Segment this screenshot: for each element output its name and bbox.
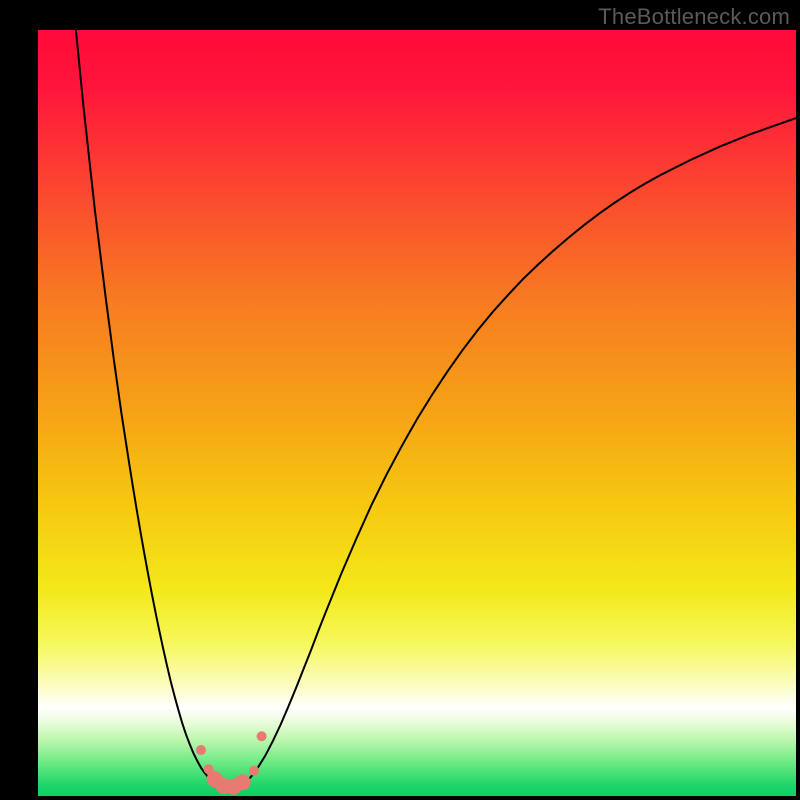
bottleneck-chart — [38, 30, 796, 796]
valley-marker — [235, 774, 251, 790]
gradient-background — [38, 30, 796, 796]
valley-marker — [257, 731, 267, 741]
chart-frame: TheBottleneck.com — [0, 0, 800, 800]
valley-marker — [196, 745, 206, 755]
watermark-text: TheBottleneck.com — [598, 4, 790, 30]
valley-marker — [249, 766, 259, 776]
plot-area — [38, 30, 796, 796]
